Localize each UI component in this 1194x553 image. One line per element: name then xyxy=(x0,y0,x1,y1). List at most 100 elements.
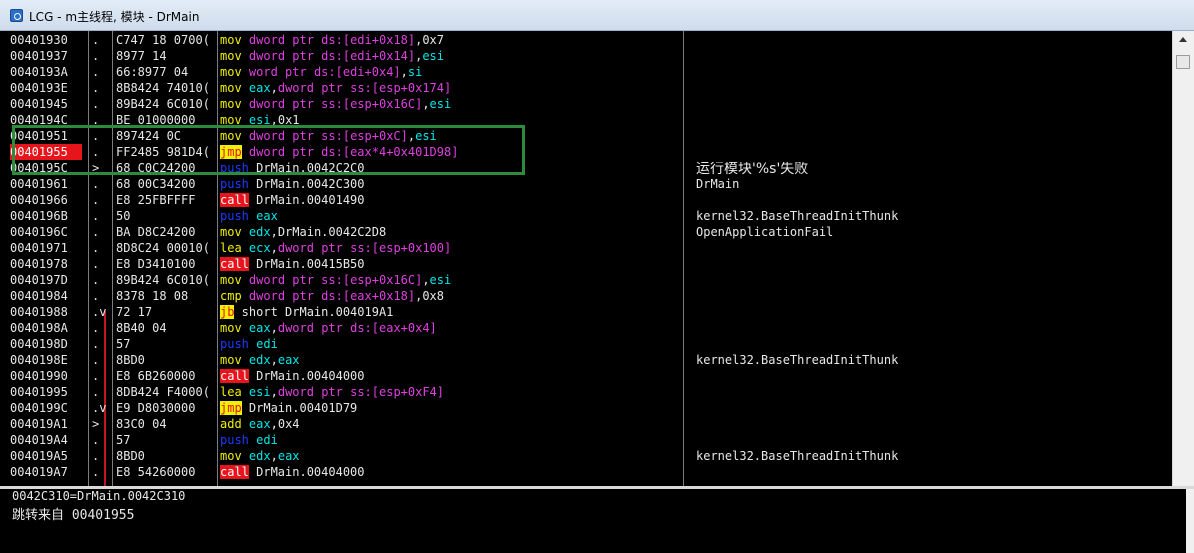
row-instruction: mov dword ptr ds:[edi+0x18],0x7 xyxy=(220,32,680,48)
instruction-token: mov xyxy=(220,81,242,95)
instruction-token xyxy=(242,353,249,367)
row-comment: kernel32.BaseThreadInitThunk xyxy=(696,209,899,223)
disasm-row[interactable]: 00401961. 68 00C34200 push DrMain.0042C300… xyxy=(8,176,1172,192)
row-address: 004019A5 xyxy=(10,449,68,463)
scroll-up-arrow-icon[interactable] xyxy=(1176,33,1190,47)
disasm-row[interactable]: 0040198E. 8BD0 mov edx,eax kernel32.BaseThr… xyxy=(8,352,1172,368)
row-address: 0040193E xyxy=(10,81,68,95)
instruction-token: , xyxy=(270,385,278,399)
instruction-token: , xyxy=(422,273,430,287)
instruction-token: 0x8 xyxy=(422,289,445,303)
row-hex-bytes: 8D8C24 00010( xyxy=(116,241,210,255)
row-hex-bytes: E8 25FBFFFF xyxy=(116,193,196,207)
disasm-row[interactable]: 0040198D. 57 push edi xyxy=(8,336,1172,352)
row-instruction: call DrMain.00404000 xyxy=(220,464,680,480)
instruction-token: mov xyxy=(220,225,242,239)
instruction-token xyxy=(242,385,249,399)
row-comment xyxy=(696,192,1166,208)
instruction-token: esi xyxy=(429,273,452,287)
row-marker: . xyxy=(92,241,100,255)
instruction-token: , xyxy=(422,97,430,111)
row-address: 004019A1 xyxy=(10,417,68,431)
disasm-row[interactable]: 00401978. E8 D3410100 call DrMain.00415B50 xyxy=(8,256,1172,272)
disasm-row[interactable]: 00401966. E8 25FBFFFF call DrMain.00401490 xyxy=(8,192,1172,208)
row-comment xyxy=(696,48,1166,64)
row-marker: > xyxy=(92,417,100,431)
instruction-token: dword ptr ds:[edi+0x14] xyxy=(248,49,416,63)
disasm-row[interactable]: 00401995. 8DB424 F4000(lea esi,dword ptr … xyxy=(8,384,1172,400)
row-comment xyxy=(696,256,1166,272)
row-marker: . xyxy=(92,385,100,399)
disasm-row[interactable]: 004019A7. E8 54260000 call DrMain.00404000 xyxy=(8,464,1172,480)
row-comment xyxy=(696,80,1166,96)
row-instruction: push DrMain.0042C300 xyxy=(220,176,680,192)
instruction-token xyxy=(242,417,249,431)
row-marker: . xyxy=(92,321,100,335)
instruction-token: , xyxy=(270,449,278,463)
instruction-token: dword ptr ss:[esp+0xF4] xyxy=(277,385,445,399)
row-comment xyxy=(696,304,1166,320)
instruction-token xyxy=(242,289,249,303)
row-instruction: mov dword ptr ss:[esp+0x16C],esi xyxy=(220,272,680,288)
disasm-row[interactable]: 0040199C .v E9 D8030000 jmp DrMain.00401D79 xyxy=(8,400,1172,416)
disasm-row[interactable]: 00401971. 8D8C24 00010(lea ecx,dword ptr … xyxy=(8,240,1172,256)
row-instruction: mov dword ptr ss:[esp+0x16C],esi xyxy=(220,96,680,112)
instruction-token: mov xyxy=(220,49,242,63)
disasm-row[interactable]: 0040196C. BA D8C24200 mov edx,DrMain.0042C… xyxy=(8,224,1172,240)
row-marker: . xyxy=(92,353,100,367)
instruction-token: esi xyxy=(248,385,271,399)
row-address: 0040199C xyxy=(10,401,68,415)
scrollbar-thumb[interactable] xyxy=(1176,55,1190,69)
disasm-row[interactable]: 0040198A. 8B40 04 mov eax,dword ptr ds:[ea… xyxy=(8,320,1172,336)
instruction-token: eax xyxy=(277,449,300,463)
instruction-token: cmp xyxy=(220,289,242,303)
disasm-row[interactable]: 00401937. 8977 14 mov dword ptr ds:[edi+0x… xyxy=(8,48,1172,64)
instruction-token: mov xyxy=(220,65,242,79)
disasm-row[interactable]: 0040197D. 89B424 6C010(mov dword ptr ss:[… xyxy=(8,272,1172,288)
instruction-token: ,DrMain.0042C2D8 xyxy=(270,225,387,239)
row-comment xyxy=(696,272,1166,288)
instruction-token: dword ptr ss:[esp+0x174] xyxy=(277,81,452,95)
instruction-token: lea xyxy=(220,241,242,255)
instruction-token: DrMain.0042C300 xyxy=(248,177,365,191)
disasm-row[interactable]: 0040196B. 50 push eax kernel32.BaseThreadIn… xyxy=(8,208,1172,224)
row-comment xyxy=(696,64,1166,80)
row-comment: kernel32.BaseThreadInitThunk xyxy=(696,449,899,463)
vertical-scrollbar[interactable] xyxy=(1172,31,1194,486)
instruction-token: eax xyxy=(248,321,271,335)
row-hex-bytes: 72 17 xyxy=(116,305,153,319)
row-instruction: push eax xyxy=(220,208,680,224)
row-marker: . xyxy=(92,49,100,63)
row-comment xyxy=(696,32,1166,48)
disasm-row[interactable]: 00401930. C747 18 0700(mov dword ptr ds:[… xyxy=(8,32,1172,48)
row-address: 00401990 xyxy=(10,369,68,383)
instruction-token: push xyxy=(220,209,249,223)
disasm-row[interactable]: 0040193E. 8B8424 74010(mov eax,dword ptr … xyxy=(8,80,1172,96)
row-marker: . xyxy=(92,97,100,111)
instruction-token: ecx xyxy=(248,241,271,255)
disasm-row[interactable]: 00401984. 8378 18 08 cmp dword ptr ds:[eax… xyxy=(8,288,1172,304)
disasm-row[interactable]: 00401988 .v 72 17 jb short DrMain.004019A1 xyxy=(8,304,1172,320)
row-instruction: mov eax,dword ptr ss:[esp+0x174] xyxy=(220,80,680,96)
row-marker: . xyxy=(92,81,100,95)
disassembly-pane[interactable]: 00401930. C747 18 0700(mov dword ptr ds:[… xyxy=(8,31,1172,486)
row-marker: . xyxy=(92,65,100,79)
instruction-token: edx xyxy=(248,225,271,239)
info-line-reference: 0042C310=DrMain.0042C310 xyxy=(12,489,186,503)
instruction-token: dword ptr ss:[esp+0x16C] xyxy=(248,97,423,111)
disasm-row[interactable]: 004019A1 >83C0 04 add eax,0x4 xyxy=(8,416,1172,432)
instruction-token xyxy=(242,449,249,463)
row-instruction: jmp DrMain.00401D79 xyxy=(220,400,680,416)
instruction-token: , xyxy=(270,353,278,367)
title-bar[interactable]: LCG - m主线程, 模块 - DrMain xyxy=(0,0,1194,31)
disasm-row[interactable]: 004019A4. 57 push edi xyxy=(8,432,1172,448)
disasm-row[interactable]: 0040193A. 66:8977 04 mov word ptr ds:[edi+… xyxy=(8,64,1172,80)
disasm-row[interactable]: 004019A5. 8BD0 mov edx,eax kernel32.BaseThr… xyxy=(8,448,1172,464)
row-comment xyxy=(696,400,1166,416)
instruction-token: eax xyxy=(248,81,271,95)
row-hex-bytes: 68 00C34200 xyxy=(116,177,196,191)
info-scrollbar[interactable] xyxy=(1186,489,1194,553)
disasm-row[interactable]: 00401945. 89B424 6C010(mov dword ptr ss:[… xyxy=(8,96,1172,112)
disasm-row[interactable]: 00401990. E8 6B260000 call DrMain.00404000 xyxy=(8,368,1172,384)
row-marker: . xyxy=(92,433,100,447)
